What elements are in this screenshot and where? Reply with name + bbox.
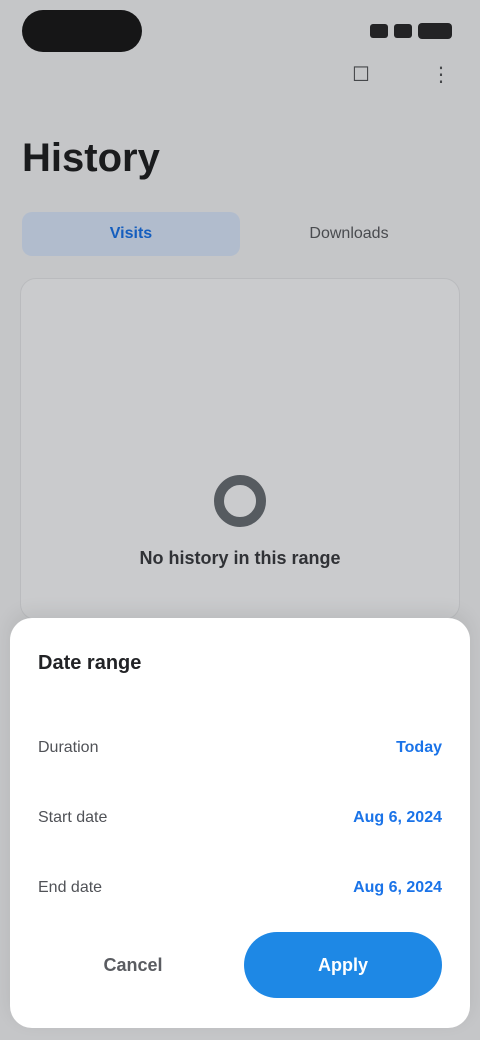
start-date-row[interactable]: Start date Aug 6, 2024 bbox=[38, 792, 442, 844]
end-date-value[interactable]: Aug 6, 2024 bbox=[353, 879, 442, 897]
duration-row[interactable]: Duration Today bbox=[38, 722, 442, 774]
start-date-label: Start date bbox=[38, 809, 108, 826]
start-date-value[interactable]: Aug 6, 2024 bbox=[353, 809, 442, 827]
cancel-button[interactable]: Cancel bbox=[38, 935, 228, 995]
date-range-sheet: Date range Duration Today Start date Aug… bbox=[10, 618, 470, 1028]
end-date-row[interactable]: End date Aug 6, 2024 bbox=[38, 862, 442, 914]
duration-value[interactable]: Today bbox=[396, 739, 442, 757]
apply-button[interactable]: Apply bbox=[244, 932, 442, 998]
sheet-actions: Cancel Apply bbox=[38, 932, 442, 998]
duration-label: Duration bbox=[38, 739, 99, 756]
sheet-title: Date range bbox=[38, 652, 142, 674]
end-date-label: End date bbox=[38, 879, 103, 896]
